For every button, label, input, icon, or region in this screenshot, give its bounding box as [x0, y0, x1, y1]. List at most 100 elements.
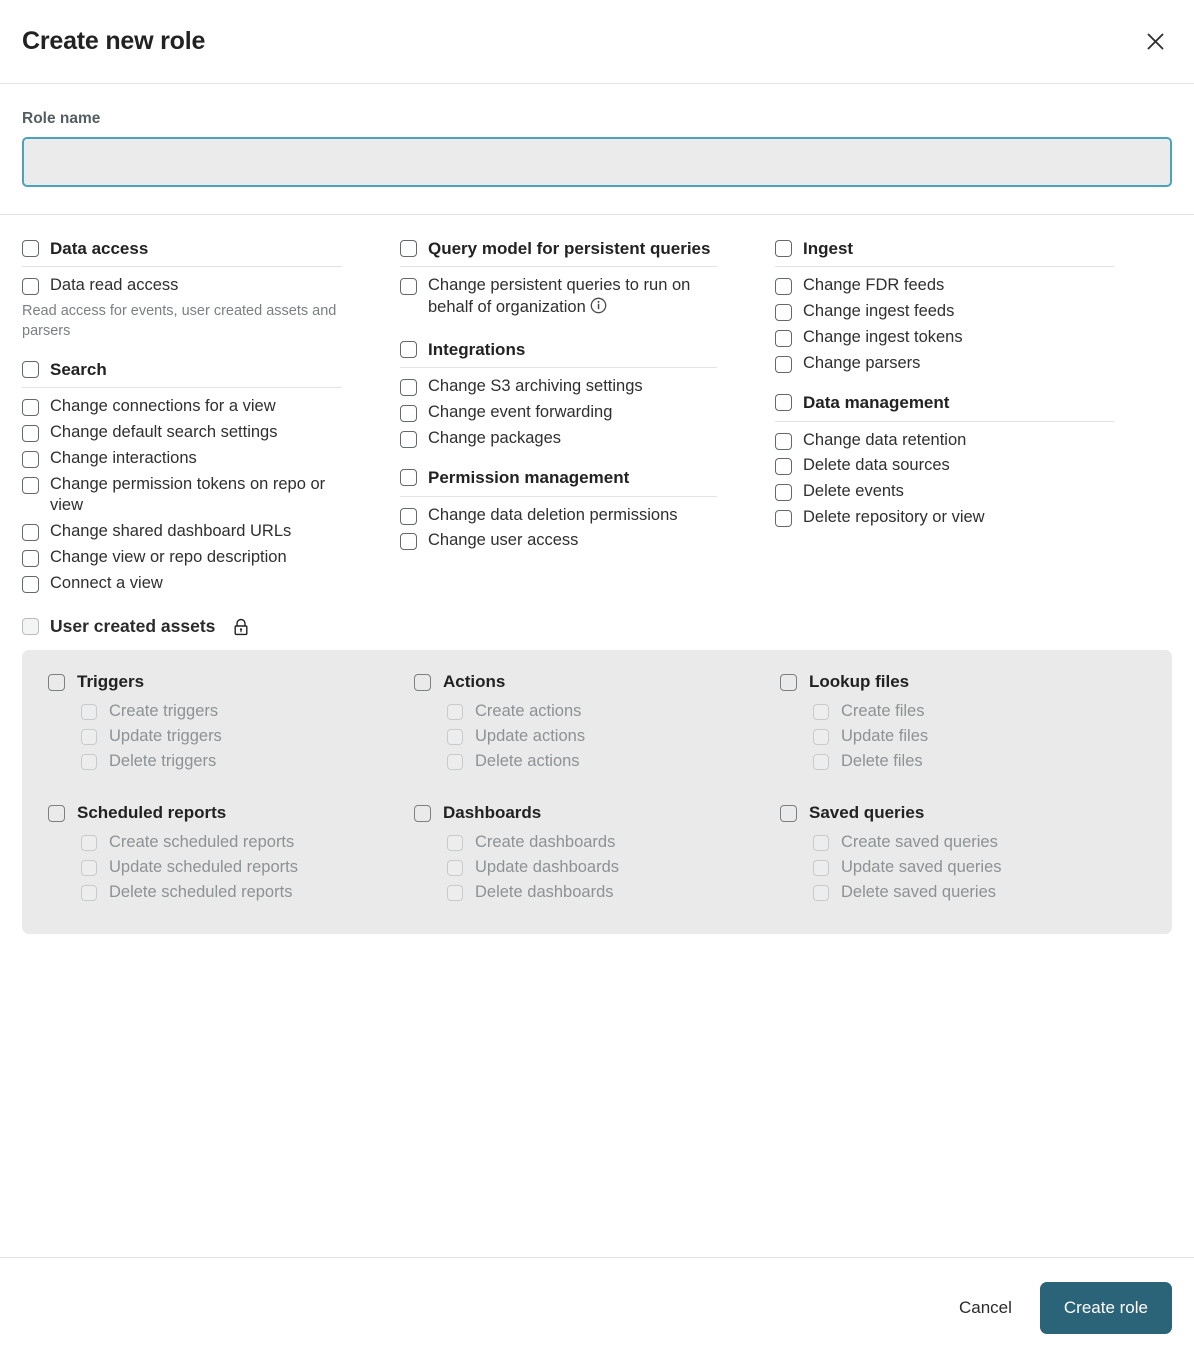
- permission-item[interactable]: Change data deletion permissions: [400, 505, 749, 527]
- uca-group-header[interactable]: Saved queries: [780, 803, 1146, 823]
- group-header[interactable]: Query model for persistent queries: [400, 238, 717, 268]
- group-items: Data read access Read access for events,…: [22, 267, 374, 341]
- checkbox-change-data-retention[interactable]: [775, 432, 792, 450]
- permission-item[interactable]: Delete repository or view: [775, 507, 1146, 529]
- permission-label: Change event forwarding: [428, 402, 613, 421]
- group-items: Change data deletion permissions Change …: [400, 497, 749, 553]
- permissions-column-1: Data access Data read access Read access…: [22, 238, 400, 612]
- permission-item[interactable]: Delete events: [775, 481, 1146, 503]
- permission-group-search: Search Change connections for a view Cha…: [22, 359, 374, 594]
- group-header[interactable]: Permission management: [400, 467, 717, 497]
- group-title: Ingest: [803, 239, 854, 258]
- checkbox-delete-events[interactable]: [775, 484, 792, 502]
- permission-item[interactable]: Change ingest feeds: [775, 301, 1146, 323]
- uca-group-header[interactable]: Actions: [414, 672, 780, 692]
- group-header[interactable]: Integrations: [400, 339, 717, 369]
- checkbox-change-event-forwarding[interactable]: [400, 404, 417, 422]
- group-items: Change S3 archiving settings Change even…: [400, 368, 749, 449]
- checkbox-change-packages[interactable]: [400, 430, 417, 448]
- checkbox-ingest[interactable]: [775, 240, 792, 257]
- group-header[interactable]: Search: [22, 359, 342, 389]
- checkbox-query-model-for-persistent-queries[interactable]: [400, 240, 417, 257]
- permission-item[interactable]: Change view or repo description: [22, 547, 374, 569]
- info-icon[interactable]: [590, 297, 607, 321]
- checkbox-change-data-deletion-permissions[interactable]: [400, 507, 417, 525]
- checkbox-create-triggers: [81, 703, 97, 720]
- checkbox-delete-data-sources[interactable]: [775, 458, 792, 476]
- checkbox-data-management[interactable]: [775, 394, 792, 412]
- checkbox-change-persistent-queries[interactable]: [400, 278, 417, 296]
- group-header[interactable]: Data access: [22, 238, 342, 268]
- checkbox-user-created-assets[interactable]: [22, 618, 39, 636]
- uca-sub-item: Create scheduled reports: [81, 833, 414, 852]
- permission-item[interactable]: Data read access: [22, 275, 374, 297]
- permission-label: Change connections for a view: [50, 397, 276, 416]
- permission-item[interactable]: Change packages: [400, 428, 749, 450]
- checkbox-delete-saved-queries: [813, 884, 829, 901]
- checkbox-integrations[interactable]: [400, 340, 417, 358]
- checkbox-data-read-access[interactable]: [22, 278, 39, 296]
- checkbox-change-ingest-tokens[interactable]: [775, 329, 792, 347]
- permission-item[interactable]: Change FDR feeds: [775, 275, 1146, 297]
- checkbox-change-s3-archiving-settings[interactable]: [400, 379, 417, 397]
- permission-item[interactable]: Change permission tokens on repo or view: [22, 474, 374, 518]
- checkbox-permission-management[interactable]: [400, 469, 417, 487]
- permission-item[interactable]: Change shared dashboard URLs: [22, 521, 374, 543]
- checkbox-actions[interactable]: [414, 673, 431, 691]
- uca-sub-label: Update scheduled reports: [109, 858, 298, 877]
- permission-label: Change default search settings: [50, 423, 278, 442]
- permission-item[interactable]: Change default search settings: [22, 422, 374, 444]
- checkbox-saved-queries[interactable]: [780, 804, 797, 822]
- permission-label: Change S3 archiving settings: [428, 377, 643, 396]
- checkbox-change-permission-tokens[interactable]: [22, 476, 39, 494]
- checkbox-change-fdr-feeds[interactable]: [775, 278, 792, 296]
- checkbox-change-shared-dashboard-urls[interactable]: [22, 524, 39, 542]
- permission-group-data-management: Data management Change data retention De…: [775, 392, 1146, 528]
- user-created-assets-header[interactable]: User created assets: [22, 612, 1172, 650]
- checkbox-dashboards[interactable]: [414, 804, 431, 822]
- uca-group-header[interactable]: Lookup files: [780, 672, 1146, 692]
- permission-item[interactable]: Change data retention: [775, 430, 1146, 452]
- permission-item[interactable]: Change S3 archiving settings: [400, 376, 749, 398]
- permission-item[interactable]: Connect a view: [22, 573, 374, 595]
- checkbox-change-parsers[interactable]: [775, 355, 792, 373]
- permission-item[interactable]: Change event forwarding: [400, 402, 749, 424]
- checkbox-change-ingest-feeds[interactable]: [775, 304, 792, 322]
- uca-sub-label: Create triggers: [109, 702, 219, 721]
- group-header[interactable]: Ingest: [775, 238, 1114, 268]
- checkbox-data-access[interactable]: [22, 240, 39, 257]
- cancel-button[interactable]: Cancel: [941, 1285, 1030, 1331]
- close-button[interactable]: [1138, 25, 1172, 59]
- permission-item[interactable]: Change ingest tokens: [775, 327, 1146, 349]
- permission-label: Change permission tokens on repo or view: [50, 474, 326, 515]
- checkbox-update-triggers: [81, 728, 97, 745]
- permission-item[interactable]: Change connections for a view: [22, 396, 374, 418]
- permission-item[interactable]: Change persistent queries to run on beha…: [400, 275, 749, 321]
- checkbox-lookup-files[interactable]: [780, 673, 797, 691]
- group-title: Integrations: [428, 339, 526, 359]
- uca-group-header[interactable]: Dashboards: [414, 803, 780, 823]
- checkbox-search[interactable]: [22, 361, 39, 379]
- checkbox-triggers[interactable]: [48, 673, 65, 691]
- uca-group-header[interactable]: Triggers: [48, 672, 414, 692]
- checkbox-change-interactions[interactable]: [22, 450, 39, 468]
- role-name-input[interactable]: [22, 137, 1172, 187]
- permission-item[interactable]: Change user access: [400, 530, 749, 552]
- group-header[interactable]: Data management: [775, 392, 1114, 422]
- permission-item[interactable]: Change parsers: [775, 353, 1146, 375]
- checkbox-delete-repository-or-view[interactable]: [775, 509, 792, 527]
- checkbox-change-user-access[interactable]: [400, 533, 417, 551]
- permission-item[interactable]: Delete data sources: [775, 455, 1146, 477]
- permission-label: Change packages: [428, 428, 562, 447]
- create-role-button[interactable]: Create role: [1039, 1282, 1172, 1334]
- uca-group-scheduled-reports: Scheduled reports Create scheduled repor…: [48, 803, 414, 908]
- checkbox-change-default-search-settings[interactable]: [22, 425, 39, 443]
- checkbox-change-view-or-repo-description[interactable]: [22, 549, 39, 567]
- checkbox-change-connections-for-a-view[interactable]: [22, 399, 39, 417]
- uca-sub-item: Create dashboards: [447, 833, 780, 852]
- uca-group-header[interactable]: Scheduled reports: [48, 803, 414, 823]
- permission-item[interactable]: Change interactions: [22, 448, 374, 470]
- checkbox-connect-a-view[interactable]: [22, 575, 39, 593]
- user-created-assets-panel: Triggers Create triggers Update triggers…: [22, 650, 1172, 935]
- checkbox-scheduled-reports[interactable]: [48, 804, 65, 822]
